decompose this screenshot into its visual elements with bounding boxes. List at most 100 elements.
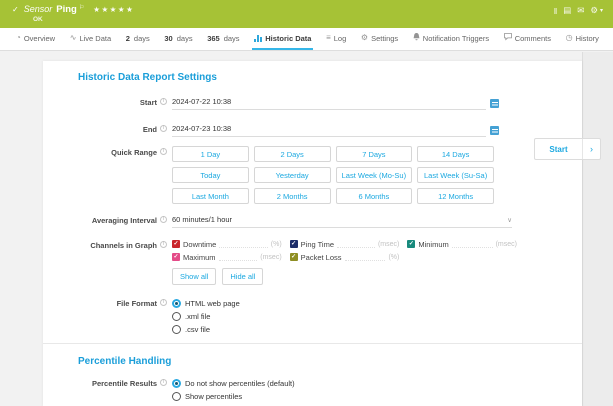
checkbox-checked: ✓ (290, 253, 298, 261)
option-label: Show percentiles (185, 392, 242, 401)
file-format-row: File Format i HTML web page .xml file .c… (43, 297, 582, 336)
channel-unit: (msec) (378, 241, 399, 248)
quick-range-row: Quick Range i 1 Day 2 Days 7 Days 14 Day… (43, 146, 582, 204)
averaging-interval-select[interactable]: 60 minutes/1 hour ∨ (172, 214, 512, 228)
channel-checkbox-minimum[interactable]: ✓ Minimum (msec) (407, 239, 517, 249)
tab-notification-triggers[interactable]: Notification Triggers (411, 28, 491, 50)
chevron-right-icon[interactable]: › (582, 139, 600, 159)
start-date-input[interactable]: 2024-07-22 10:38 (172, 96, 486, 110)
start-button-label: Start (535, 139, 582, 159)
channel-name: Minimum (418, 240, 448, 249)
quick-range-label: Quick Range (43, 146, 157, 157)
priority-stars[interactable]: ★★★★★ (93, 5, 134, 14)
percentile-option-show[interactable]: Show percentiles (172, 390, 295, 403)
tab-number: 30 (164, 34, 172, 43)
calendar-icon[interactable] (490, 99, 499, 108)
bar-chart-icon (254, 35, 262, 42)
selected-value: 60 minutes/1 hour (172, 215, 232, 224)
tab-30-days[interactable]: 30 days (162, 28, 194, 50)
hide-all-button[interactable]: Hide all (222, 268, 263, 285)
historic-data-settings-panel: Historic Data Report Settings Start i 20… (43, 61, 582, 406)
chevron-down-icon[interactable]: ▾ (600, 7, 603, 14)
tab-label: days (134, 34, 150, 43)
tab-settings[interactable]: ⚙ Settings (359, 28, 400, 50)
channel-unit: (%) (271, 241, 282, 248)
info-icon[interactable]: i (160, 148, 167, 155)
channel-checkbox-packet-loss[interactable]: ✓ Packet Loss (%) (290, 252, 400, 262)
quick-range-last-month-button[interactable]: Last Month (172, 188, 249, 204)
file-format-label: File Format (43, 297, 157, 308)
info-icon[interactable]: i (160, 379, 167, 386)
sensor-header: ✓ Sensor Ping ⚐ ★★★★★ OK ‖ ▤ ✉ ⚙ ▾ (0, 0, 613, 28)
checkbox-checked: ✓ (407, 240, 415, 248)
tab-label: History (576, 34, 599, 43)
tab-number: 2 (126, 34, 130, 43)
page-right-margin (582, 52, 613, 406)
channel-unit: (msec) (496, 241, 517, 248)
tab-label: Live Data (79, 34, 111, 43)
quick-range-yesterday-button[interactable]: Yesterday (254, 167, 331, 183)
option-label: HTML web page (185, 299, 240, 308)
tab-2-days[interactable]: 2 days (124, 28, 152, 50)
option-label: .csv file (185, 325, 210, 334)
channel-checkbox-downtime[interactable]: ✓ Downtime (%) (172, 239, 282, 249)
file-format-option-xml[interactable]: .xml file (172, 310, 240, 323)
file-format-option-csv[interactable]: .csv file (172, 323, 240, 336)
percentile-results-row: Percentile Results i Do not show percent… (43, 377, 582, 403)
averaging-interval-label: Averaging Interval (43, 214, 157, 225)
channel-name: Ping Time (301, 240, 334, 249)
end-row: End i 2024-07-23 10:38 (43, 123, 582, 137)
end-date-input[interactable]: 2024-07-23 10:38 (172, 123, 486, 137)
percentile-option-do-not-show[interactable]: Do not show percentiles (default) (172, 377, 295, 390)
start-report-button[interactable]: Start › (534, 138, 601, 160)
info-icon[interactable]: i (160, 216, 167, 223)
quick-range-last-week-mo-su-button[interactable]: Last Week (Mo-Su) (336, 167, 413, 183)
tab-live-data[interactable]: ∿ Live Data (68, 28, 113, 50)
quick-range-12-months-button[interactable]: 12 Months (417, 188, 494, 204)
log-list-icon: ≡ (326, 34, 331, 42)
tab-overview[interactable]: ◔ Overview (14, 28, 57, 50)
channels-in-graph-row: Channels in Graph i ✓ Downtime (%) ✓ Pin… (43, 239, 582, 285)
option-label: Do not show percentiles (default) (185, 379, 295, 388)
tab-bar: ◔ Overview ∿ Live Data 2 days 30 days 36… (0, 28, 613, 51)
pause-icon[interactable]: ‖ (554, 6, 558, 16)
tab-label: Comments (515, 34, 551, 43)
report-icon[interactable]: ▤ (563, 5, 571, 16)
quick-range-2-days-button[interactable]: 2 Days (254, 146, 331, 162)
channel-name: Maximum (183, 253, 216, 262)
tab-label: days (177, 34, 193, 43)
channel-checkbox-maximum[interactable]: ✓ Maximum (msec) (172, 252, 282, 262)
gear-icon[interactable]: ⚙ (590, 5, 598, 16)
quick-range-1-day-button[interactable]: 1 Day (172, 146, 249, 162)
channel-checkbox-ping-time[interactable]: ✓ Ping Time (msec) (290, 239, 400, 249)
show-all-button[interactable]: Show all (172, 268, 216, 285)
tab-label: Settings (371, 34, 398, 43)
calendar-icon[interactable] (490, 126, 499, 135)
quick-range-6-months-button[interactable]: 6 Months (336, 188, 413, 204)
radio-unselected (172, 325, 181, 334)
status-ok-check-icon: ✓ (12, 5, 19, 14)
tab-history[interactable]: ◷ History (564, 28, 601, 50)
quick-range-today-button[interactable]: Today (172, 167, 249, 183)
quick-range-last-week-su-sa-button[interactable]: Last Week (Su-Sa) (417, 167, 494, 183)
section-divider (43, 343, 582, 344)
info-icon[interactable]: i (160, 299, 167, 306)
end-label: End (43, 123, 157, 134)
file-format-option-html[interactable]: HTML web page (172, 297, 240, 310)
info-icon[interactable]: i (160, 98, 167, 105)
tab-historic-data[interactable]: Historic Data (252, 28, 313, 50)
quick-range-2-months-button[interactable]: 2 Months (254, 188, 331, 204)
info-icon[interactable]: i (160, 241, 167, 248)
info-icon[interactable]: i (160, 125, 167, 132)
tab-label: Log (334, 34, 347, 43)
quick-range-7-days-button[interactable]: 7 Days (336, 146, 413, 162)
email-icon[interactable]: ✉ (577, 5, 584, 16)
start-row: Start i 2024-07-22 10:38 (43, 96, 582, 110)
tab-365-days[interactable]: 365 days (205, 28, 241, 50)
tab-comments[interactable]: Comments (502, 28, 553, 50)
channel-unit: (msec) (260, 254, 281, 261)
quick-range-14-days-button[interactable]: 14 Days (417, 146, 494, 162)
percentile-handling-heading: Percentile Handling (78, 356, 582, 367)
wave-icon: ∿ (70, 34, 77, 42)
tab-log[interactable]: ≡ Log (324, 28, 348, 50)
